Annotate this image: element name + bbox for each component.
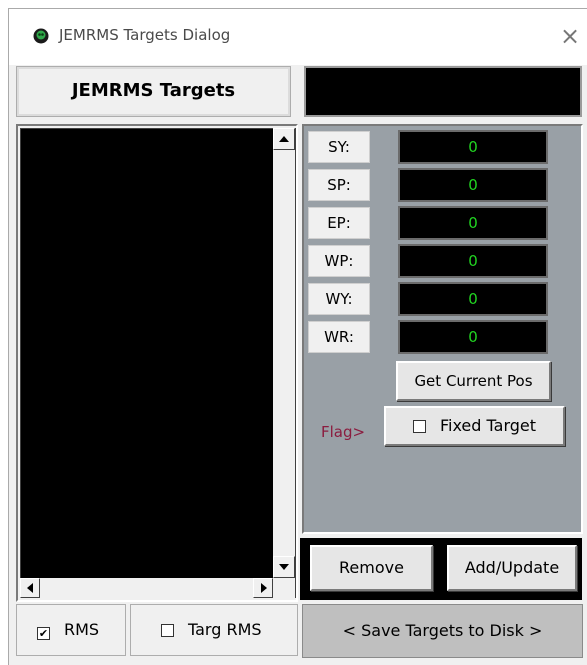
title-bar: JEMRMS Targets Dialog ×: [9, 9, 587, 65]
scroll-down-button[interactable]: [273, 556, 295, 578]
scroll-up-button[interactable]: [273, 128, 295, 150]
arrow-right-icon: [261, 583, 267, 593]
joint-value-sy: 0: [398, 130, 548, 164]
arrow-left-icon: [27, 583, 33, 593]
joint-label-wp: WP:: [308, 245, 370, 277]
close-icon[interactable]: ×: [556, 21, 584, 51]
rms-checkbox[interactable]: ✔ RMS: [16, 604, 126, 656]
joint-value-wp: 0: [398, 244, 548, 278]
targ-rms-check-box[interactable]: [161, 624, 174, 637]
arrow-down-icon: [279, 564, 289, 570]
targ-rms-checkbox[interactable]: Targ RMS: [130, 604, 298, 656]
joint-label-wr: WR:: [308, 321, 370, 353]
window-title: JEMRMS Targets Dialog: [59, 26, 231, 44]
horizontal-scrollbar[interactable]: [20, 578, 273, 598]
rms-label: RMS: [64, 620, 100, 639]
get-current-pos-button[interactable]: Get Current Pos: [396, 361, 551, 401]
joint-value-sp: 0: [398, 168, 548, 202]
targ-rms-label: Targ RMS: [188, 620, 262, 639]
fixed-target-check-box[interactable]: [412, 420, 426, 433]
joint-label-sp: SP:: [308, 169, 370, 201]
joint-value-wr: 0: [398, 320, 548, 354]
fixed-target-checkbox[interactable]: Fixed Target: [384, 406, 565, 446]
remove-button[interactable]: Remove: [310, 545, 433, 591]
joint-label-sy: SY:: [308, 131, 370, 163]
scroll-right-button[interactable]: [253, 578, 273, 598]
add-update-button[interactable]: Add/Update: [447, 545, 577, 591]
scroll-left-button[interactable]: [20, 578, 40, 598]
green-eye-icon: [33, 28, 49, 44]
joint-value-wy: 0: [398, 282, 548, 316]
joint-value-ep: 0: [398, 206, 548, 240]
rms-check-box[interactable]: ✔: [37, 627, 50, 640]
targets-list[interactable]: [20, 128, 296, 598]
joint-label-wy: WY:: [308, 283, 370, 315]
joint-label-ep: EP:: [308, 207, 370, 239]
flag-label: Flag>: [321, 423, 366, 441]
fixed-target-label: Fixed Target: [439, 416, 537, 435]
save-targets-button[interactable]: < Save Targets to Disk >: [302, 604, 583, 658]
scroll-corner: [273, 578, 295, 598]
target-name-display: [304, 66, 582, 117]
jemrms-targets-button[interactable]: JEMRMS Targets: [16, 66, 291, 117]
vertical-scrollbar[interactable]: [273, 128, 295, 578]
arrow-up-icon: [279, 136, 289, 142]
